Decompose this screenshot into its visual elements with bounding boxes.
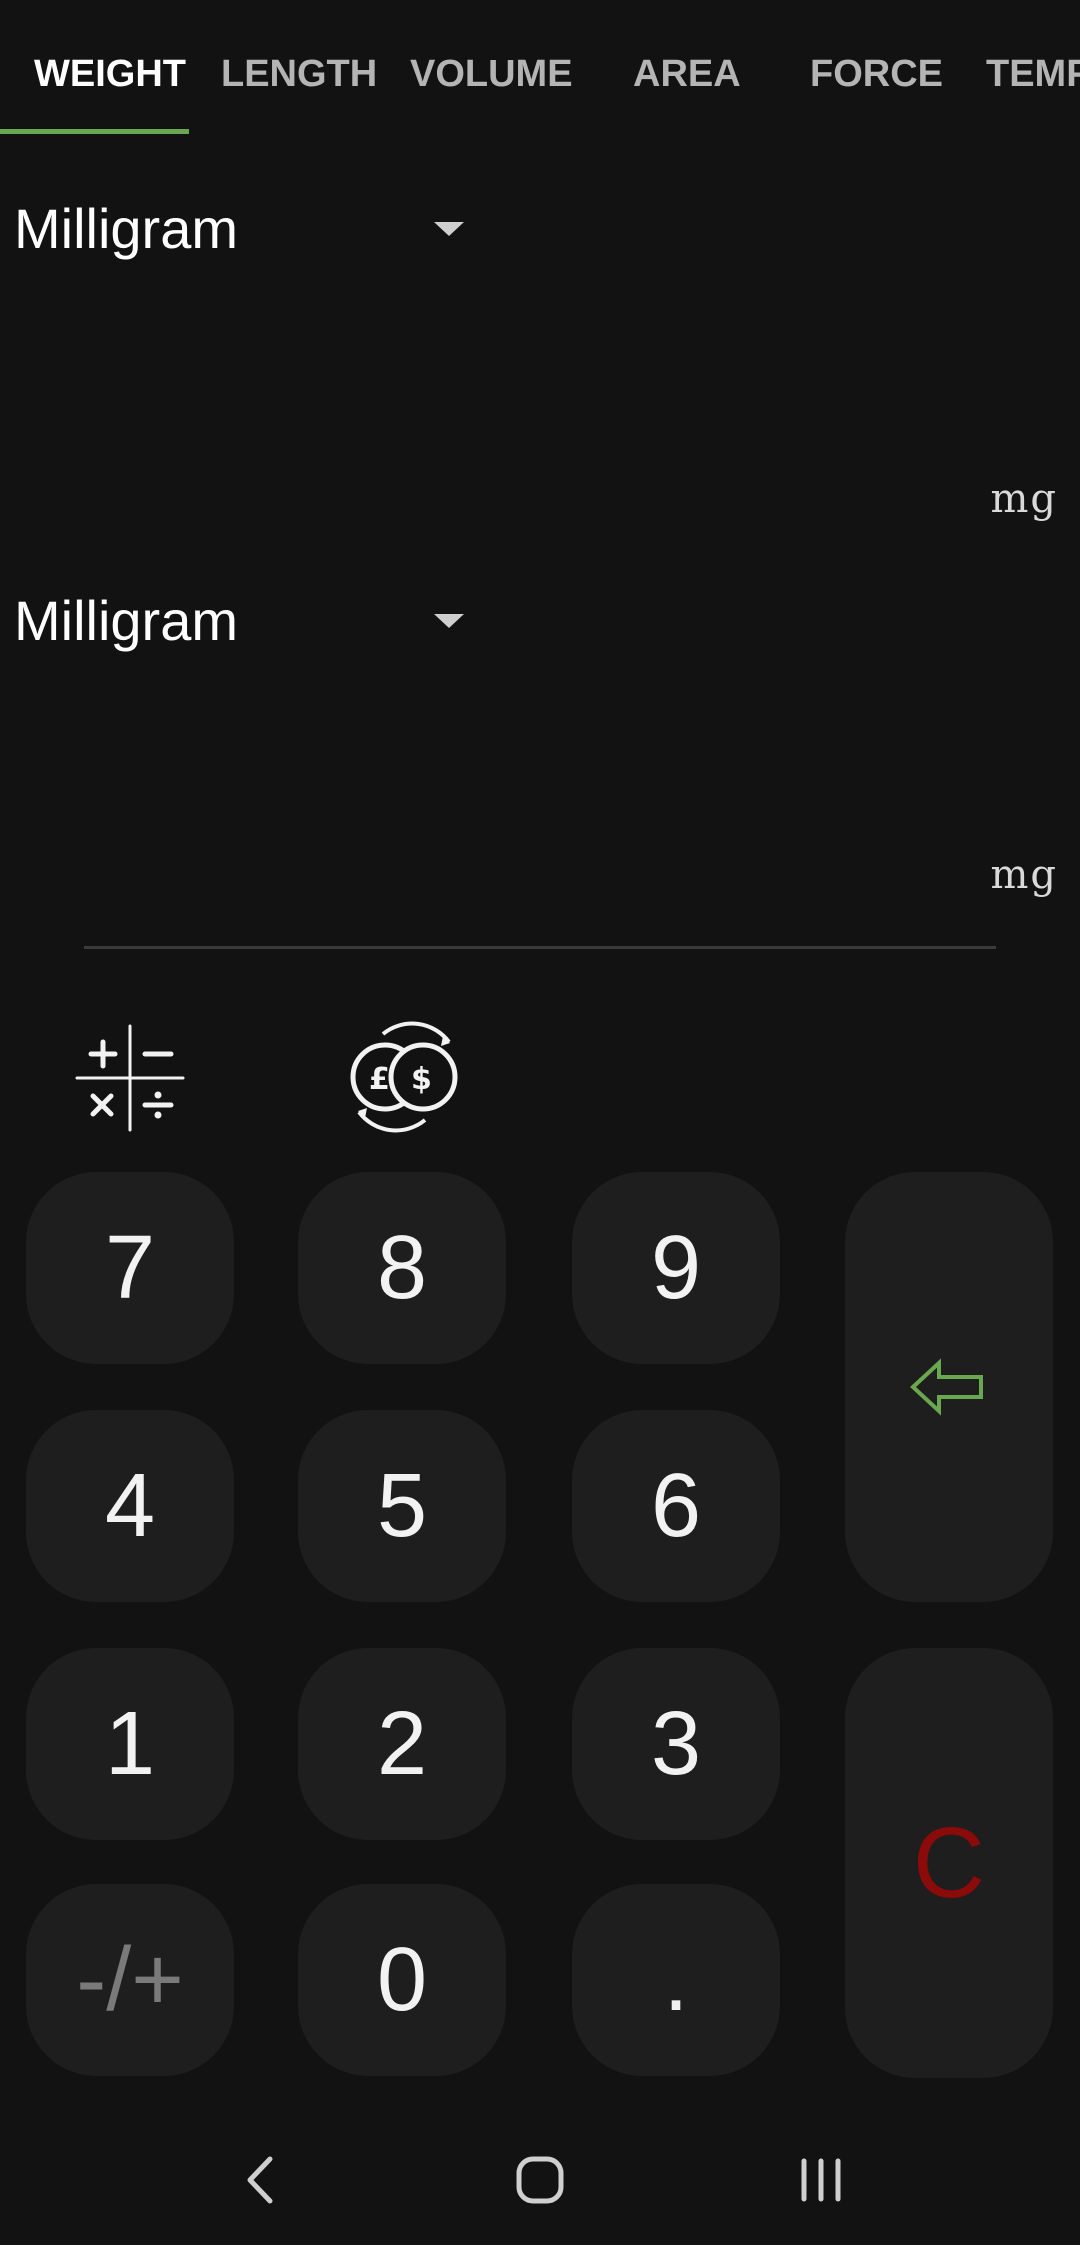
divider [84,946,996,949]
key-9[interactable]: 9 [572,1172,780,1364]
backspace-arrow-icon [910,1358,983,1416]
to-unit-suffix: mg [990,852,1058,898]
from-unit-suffix: mg [990,476,1058,522]
backspace-button[interactable] [845,1172,1053,1602]
recent-apps-button[interactable] [776,2135,866,2225]
decimal-point-button[interactable]: . [572,1884,780,2076]
tab-volume[interactable]: VOLUME [410,46,573,102]
key-2[interactable]: 2 [298,1648,506,1840]
tab-force[interactable]: FORCE [810,46,943,102]
svg-text:$: $ [411,1062,432,1097]
key-3[interactable]: 3 [572,1648,780,1840]
to-unit-label: Milligram [14,589,238,652]
calculator-icon[interactable] [65,1012,195,1142]
tab-temp[interactable]: TEMP [986,46,1080,102]
sign-toggle-button[interactable]: -/+ [26,1884,234,2076]
from-unit-dropdown[interactable]: Milligram [14,186,484,276]
key-1[interactable]: 1 [26,1648,234,1840]
recent-apps-icon [801,2158,841,2202]
dropdown-caret-icon [434,222,464,236]
tab-area[interactable]: AREA [633,46,741,102]
system-navigation-bar [0,2115,1080,2245]
key-5[interactable]: 5 [298,1410,506,1602]
tab-weight[interactable]: WEIGHT [34,46,186,102]
back-chevron-icon [247,2156,273,2204]
key-4[interactable]: 4 [26,1410,234,1602]
home-button[interactable] [495,2135,585,2225]
key-0[interactable]: 0 [298,1884,506,2076]
back-button[interactable] [215,2135,305,2225]
to-unit-dropdown[interactable]: Milligram [14,578,484,668]
currency-exchange-icon[interactable]: £ $ [337,1012,467,1142]
tab-length[interactable]: LENGTH [221,46,377,102]
home-icon [516,2156,564,2204]
clear-button[interactable]: C [845,1648,1053,2078]
from-unit-label: Milligram [14,197,238,260]
key-8[interactable]: 8 [298,1172,506,1364]
svg-text:£: £ [369,1062,390,1097]
key-7[interactable]: 7 [26,1172,234,1364]
dropdown-caret-icon [434,614,464,628]
key-6[interactable]: 6 [572,1410,780,1602]
unit-category-tabs: WEIGHT LENGTH VOLUME AREA FORCE TEMP [0,0,1080,136]
active-tab-indicator [0,129,189,134]
